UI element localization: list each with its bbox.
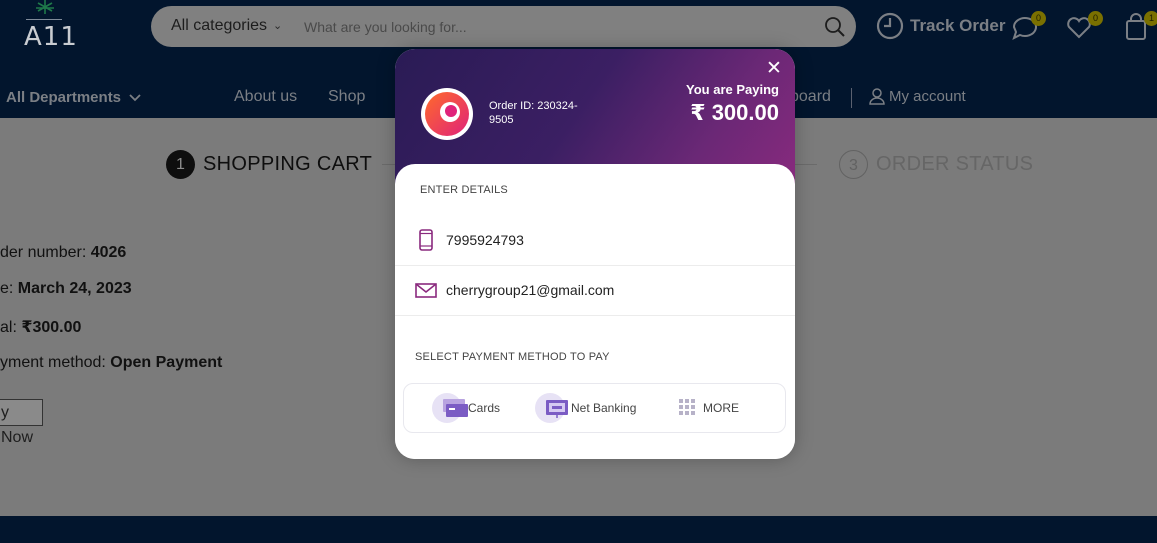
- search-icon[interactable]: [824, 16, 846, 38]
- method-label: Cards: [468, 401, 501, 415]
- method-label: MORE: [703, 401, 739, 415]
- method-more[interactable]: MORE: [679, 384, 739, 432]
- order-total-line: al: ₹300.00: [0, 317, 81, 337]
- nav-dashboard[interactable]: board: [790, 88, 831, 106]
- step-title: SHOPPING CART: [203, 153, 373, 175]
- all-departments-menu[interactable]: All Departments: [6, 89, 141, 106]
- order-total-value: ₹300.00: [21, 319, 82, 336]
- grid-icon: [679, 399, 695, 415]
- step-number: 1: [166, 150, 195, 179]
- order-date-label: e:: [0, 280, 18, 297]
- category-select[interactable]: All categories: [171, 17, 267, 35]
- nav-shop[interactable]: Shop: [328, 88, 365, 106]
- footer-bar: [0, 516, 1157, 543]
- phone-row[interactable]: 7995924793: [395, 215, 795, 265]
- merchant-logo-icon: [425, 92, 469, 136]
- messages-count-badge: 0: [1031, 11, 1046, 26]
- phone-icon: [419, 229, 433, 251]
- step-shopping-cart: 1 SHOPPING CART: [166, 150, 372, 179]
- mail-icon: [415, 283, 437, 298]
- card-icon: [443, 399, 468, 417]
- search-bar: All categories ⌄: [151, 6, 856, 47]
- bank-icon: [546, 400, 568, 418]
- enter-details-label: ENTER DETAILS: [420, 184, 508, 196]
- track-order-label: Track Order: [910, 16, 1006, 35]
- search-input[interactable]: [304, 14, 804, 39]
- site-logo[interactable]: A11: [20, 0, 77, 60]
- merchant-logo: [421, 88, 473, 140]
- method-label: Net Banking: [571, 401, 637, 415]
- order-number-line: der number: 4026: [0, 244, 126, 262]
- payment-method-line: yment method: Open Payment: [0, 354, 222, 372]
- logo-text: A11: [24, 22, 78, 52]
- payment-modal: ✕ Order ID: 230324-9505 You are Paying ₹…: [395, 49, 795, 459]
- wishlist-count-badge: 0: [1088, 11, 1103, 26]
- user-icon: [869, 88, 885, 105]
- step-order-status: 3 ORDER STATUS: [839, 150, 1033, 179]
- track-order-link[interactable]: Track Order: [876, 12, 1005, 40]
- row-divider: [395, 315, 795, 316]
- payment-method-label: yment method:: [0, 354, 111, 371]
- clock-icon: [876, 12, 904, 40]
- email-row[interactable]: cherrygroup21@gmail.com: [395, 265, 795, 315]
- method-net-banking[interactable]: Net Banking: [535, 384, 636, 432]
- step-connector: [382, 164, 396, 165]
- method-cards[interactable]: Cards: [432, 384, 500, 432]
- order-number-label: der number:: [0, 244, 91, 261]
- payment-methods: Cards Net Banking MORE: [403, 383, 786, 433]
- pay-now-button[interactable]: y Now: [0, 399, 43, 446]
- email-value: cherrygroup21@gmail.com: [446, 282, 615, 298]
- cart-count-badge: 1: [1144, 11, 1157, 26]
- chevron-down-icon: [129, 93, 141, 101]
- nav-about-us[interactable]: About us: [234, 88, 297, 106]
- order-number-value: 4026: [90, 244, 127, 261]
- phone-value: 7995924793: [446, 232, 524, 248]
- order-date-line: e: March 24, 2023: [0, 280, 132, 298]
- nav-my-account[interactable]: My account: [869, 88, 966, 105]
- close-icon[interactable]: ✕: [764, 59, 784, 79]
- payment-modal-body: ENTER DETAILS 7995924793 cherrygroup21@g…: [395, 164, 795, 459]
- step-number: 3: [839, 150, 868, 179]
- chevron-down-icon: ⌄: [273, 20, 283, 32]
- select-method-label: SELECT PAYMENT METHOD TO PAY: [415, 351, 610, 363]
- order-date-value: March 24, 2023: [17, 280, 132, 297]
- order-total-label: al:: [0, 319, 22, 336]
- paying-amount: ₹ 300.00: [690, 100, 779, 125]
- step-connector: [795, 164, 817, 165]
- logo-rule: [26, 19, 62, 20]
- logo-burst-icon: [36, 0, 54, 14]
- order-id: Order ID: 230324-9505: [489, 100, 578, 126]
- step-title: ORDER STATUS: [876, 153, 1034, 175]
- all-departments-label: All Departments: [6, 89, 122, 106]
- paying-label: You are Paying: [686, 82, 779, 97]
- payment-method-value: Open Payment: [110, 354, 223, 371]
- my-account-label: My account: [889, 88, 966, 105]
- nav-divider: [851, 88, 852, 108]
